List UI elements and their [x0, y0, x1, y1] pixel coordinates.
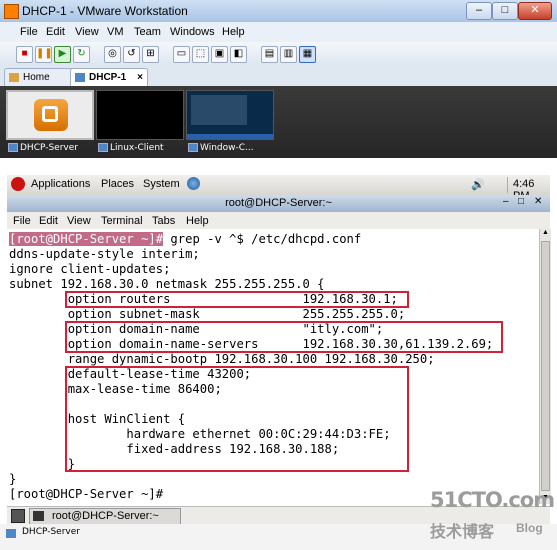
scrollbar-thumb[interactable] [541, 241, 550, 491]
terminal-prompt: [root@DHCP-Server ~]# [9, 232, 164, 246]
terminal-line: option subnet-mask 255.255.255.0; [9, 307, 406, 321]
terminal-window-title: root@DHCP-Server:~ [225, 197, 332, 209]
tab-dhcp-1[interactable]: DHCP-1 × [70, 68, 148, 86]
menu-system[interactable]: System [143, 178, 180, 190]
view-console-icon[interactable]: ▭ [173, 46, 190, 63]
vmware-titlebar: DHCP-1 - VMware Workstation – □ ✕ [0, 0, 557, 23]
terminal-menu-view[interactable]: View [67, 215, 91, 227]
vmware-menubar: File Edit View VM Team Windows Help [0, 22, 557, 42]
vm-thumbnail-strip: DHCP-Server Linux-Client Window-C... [0, 86, 557, 158]
thumbnail-label: Window-C... [200, 143, 254, 153]
terminal-final-prompt: [root@DHCP-Server ~]# [9, 487, 164, 501]
terminal-scrollbar[interactable]: ▲ ▼ [539, 229, 551, 504]
thumbnail-dhcp-server[interactable]: DHCP-Server [6, 90, 94, 154]
terminal-line: } [9, 472, 17, 486]
terminal-line: ddns-update-style interim; [9, 247, 200, 261]
terminal-command: grep -v ^$ /etc/dhcpd.conf [163, 232, 362, 246]
menu-places[interactable]: Places [101, 178, 134, 190]
snapshot-manager-icon[interactable]: ⊞ [142, 46, 159, 63]
tab-dhcp-1-label: DHCP-1 [89, 72, 127, 83]
suspend-icon[interactable]: ❚❚ [35, 46, 53, 63]
reset-icon[interactable]: ↻ [73, 46, 90, 63]
vmware-window-title: DHCP-1 - VMware Workstation [22, 4, 188, 18]
vm-icon [75, 73, 85, 82]
redhat-logo-icon [11, 177, 25, 191]
watermark-blog-en: Blog [516, 521, 543, 535]
home-icon [9, 73, 19, 82]
full-screen-icon[interactable]: ⬚ [192, 46, 209, 63]
thumbnail-label: Linux-Client [110, 143, 164, 153]
gnome-top-panel: Applications Places System 🔊 4:46 PM [7, 175, 550, 202]
thumbnail-windows-client[interactable]: Window-C... [186, 90, 274, 154]
scroll-up-icon[interactable]: ▲ [541, 229, 550, 239]
thumbnail-bar-icon[interactable]: ▦ [299, 46, 316, 63]
terminal-icon [33, 511, 44, 521]
thumbnail-linux-client[interactable]: Linux-Client [96, 90, 184, 154]
menu-view[interactable]: View [75, 26, 99, 38]
tab-dhcp-1-close-icon[interactable]: × [137, 69, 143, 86]
status-vm-name: DHCP-Server [22, 527, 80, 537]
revert-snapshot-icon[interactable]: ↺ [123, 46, 140, 63]
terminal-maximize-icon[interactable]: □ [518, 196, 524, 207]
menu-file[interactable]: File [20, 26, 38, 38]
taskbar-item-label: root@DHCP-Server:~ [52, 510, 159, 522]
menu-edit[interactable]: Edit [46, 26, 65, 38]
volume-icon[interactable]: 🔊 [471, 178, 485, 191]
menu-applications[interactable]: Applications [31, 178, 90, 190]
vmware-tab-bar: Home × DHCP-1 × [0, 66, 557, 87]
close-button[interactable]: ✕ [518, 2, 552, 20]
quick-switch-icon[interactable]: ▣ [211, 46, 228, 63]
thumbnail-screen [6, 90, 94, 140]
terminal-titlebar: root@DHCP-Server:~ – □ ✕ [7, 195, 550, 212]
taskbar-terminal-item[interactable]: root@DHCP-Server:~ [29, 508, 181, 525]
minimize-button[interactable]: – [466, 2, 492, 20]
menu-help[interactable]: Help [222, 26, 245, 38]
watermark: 51CTO.com 技术博客 Blog [430, 488, 555, 548]
highlight-box-domain [65, 321, 503, 353]
terminal-line: subnet 192.168.30.0 netmask 255.255.255.… [9, 277, 325, 291]
terminal-menu-file[interactable]: File [13, 215, 31, 227]
terminal-menu-edit[interactable]: Edit [39, 215, 58, 227]
show-thumbnails-icon[interactable]: ▥ [280, 46, 297, 63]
vmware-logo-icon [34, 99, 68, 131]
menu-windows[interactable]: Windows [170, 26, 215, 38]
terminal-minimize-icon[interactable]: – [503, 196, 509, 207]
menu-vm[interactable]: VM [107, 26, 124, 38]
terminal-line: range dynamic-bootp 192.168.30.100 192.1… [9, 352, 435, 366]
snapshot-icon[interactable]: ◎ [104, 46, 121, 63]
terminal-menu-terminal[interactable]: Terminal [101, 215, 143, 227]
vm-status-icon [6, 529, 16, 538]
terminal-close-icon[interactable]: ✕ [534, 196, 542, 207]
power-on-icon[interactable]: ▶ [54, 46, 71, 63]
terminal-menu-help[interactable]: Help [186, 215, 209, 227]
thumbnail-screen [96, 90, 184, 140]
tab-home-label: Home [23, 72, 50, 83]
maximize-button[interactable]: □ [492, 2, 518, 20]
vmware-app-icon [4, 4, 19, 19]
terminal-menu-tabs[interactable]: Tabs [152, 215, 175, 227]
web-browser-icon[interactable] [187, 177, 200, 190]
terminal-command-line: [root@DHCP-Server ~]# grep -v ^$ /etc/dh… [9, 232, 361, 247]
terminal-menubar: File Edit View Terminal Tabs Help [7, 212, 550, 229]
power-off-icon[interactable]: ■ [16, 46, 33, 63]
watermark-site: 51CTO.com [430, 488, 555, 512]
thumbnail-screen [186, 90, 274, 140]
highlight-box-lease-host [65, 366, 409, 472]
show-desktop-icon[interactable] [11, 509, 25, 523]
show-console-icon[interactable]: ▤ [261, 46, 278, 63]
watermark-blog-cn: 技术博客 [430, 524, 495, 541]
menu-team[interactable]: Team [134, 26, 161, 38]
vmware-toolbar: ■ ❚❚ ▶ ↻ ◎ ↺ ⊞ ▭ ⬚ ▣ ◧ ▤ ▥ ▦ [0, 42, 557, 67]
unity-icon[interactable]: ◧ [230, 46, 247, 63]
thumbnail-label: DHCP-Server [20, 143, 78, 153]
highlight-box-routers [65, 291, 409, 308]
terminal-line: ignore client-updates; [9, 262, 171, 276]
terminal-output[interactable]: [root@DHCP-Server ~]# grep -v ^$ /etc/dh… [7, 229, 539, 504]
